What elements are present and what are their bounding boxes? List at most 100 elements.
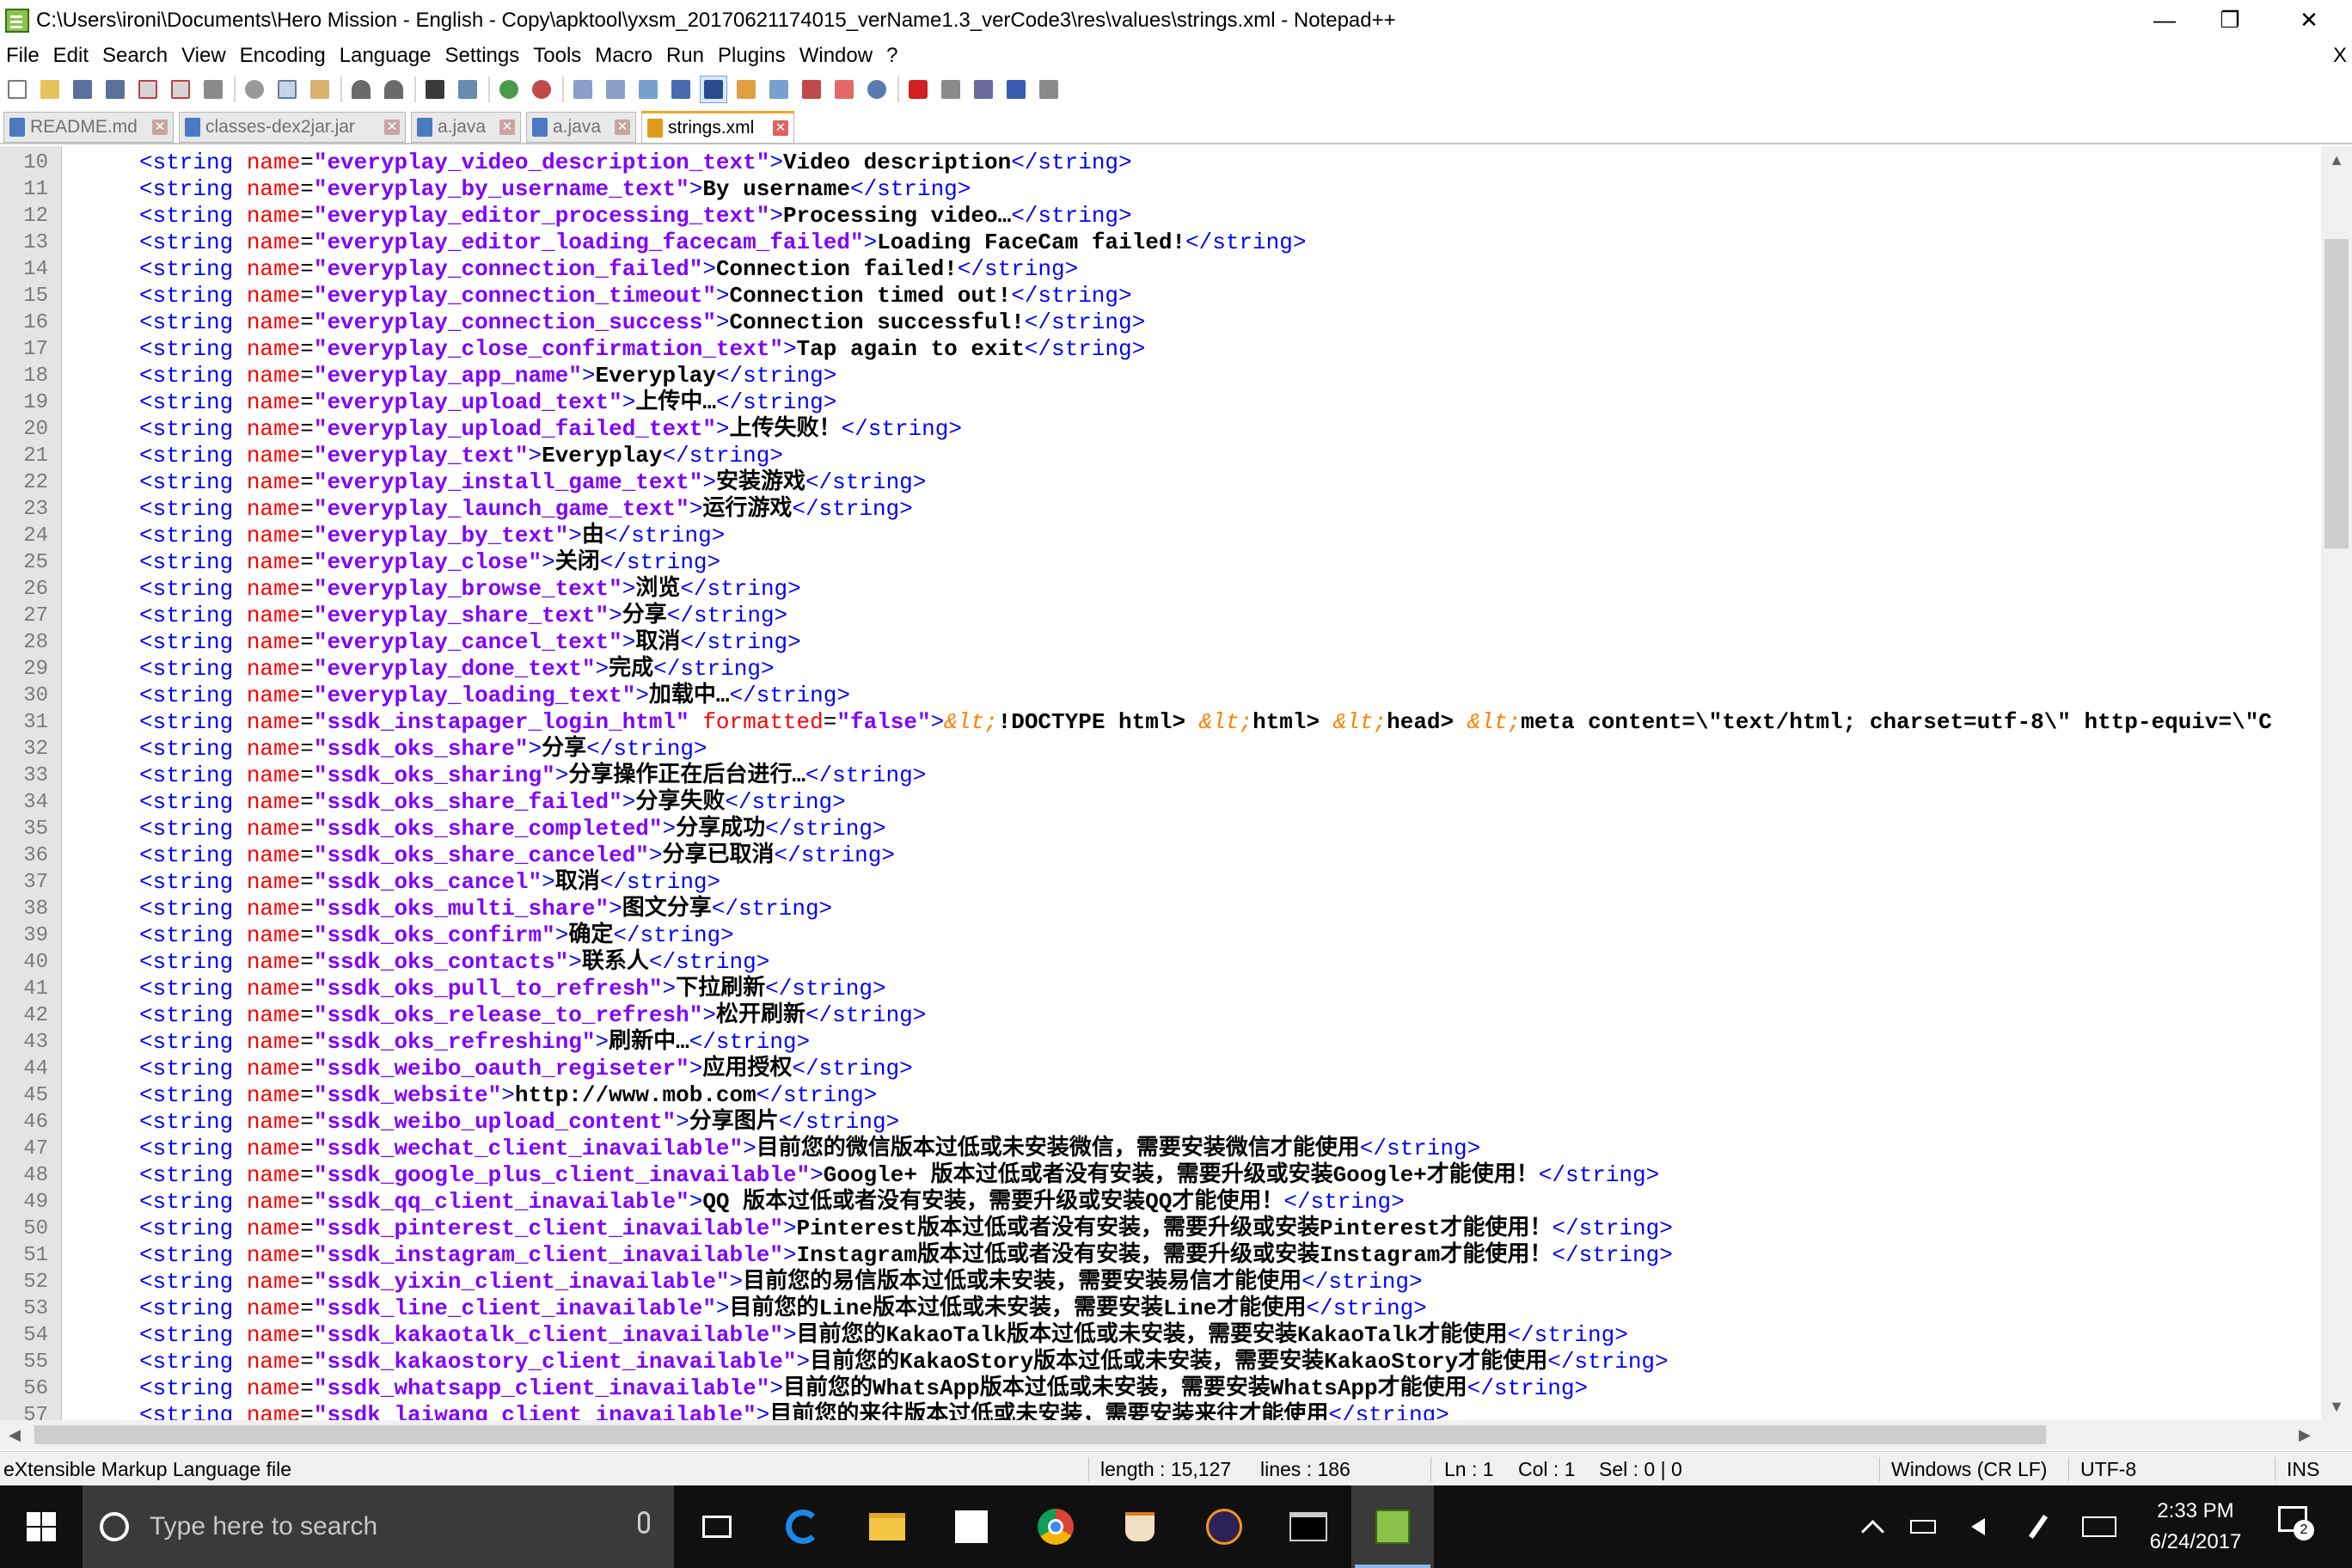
close-button[interactable]: ✕ bbox=[2273, 0, 2345, 40]
taskbar-java[interactable] bbox=[1099, 1485, 1181, 1568]
indent-guide-icon[interactable] bbox=[700, 76, 727, 103]
menu-plugins[interactable]: Plugins bbox=[712, 44, 793, 68]
show-all-characters-icon[interactable] bbox=[667, 76, 695, 103]
stop-macro-icon[interactable] bbox=[937, 76, 965, 103]
tab-label: a.java bbox=[553, 117, 602, 137]
xml-attribute-value: "ssdk_oks_share" bbox=[313, 736, 529, 762]
cut-icon[interactable] bbox=[241, 76, 268, 103]
sync-vertical-icon[interactable] bbox=[569, 76, 597, 103]
minimize-button[interactable]: — bbox=[2128, 0, 2201, 40]
menu-search[interactable]: Search bbox=[96, 44, 175, 68]
taskbar-store[interactable] bbox=[930, 1485, 1013, 1568]
task-view-button[interactable] bbox=[676, 1485, 758, 1568]
xml-tag-open: <string bbox=[139, 1269, 234, 1295]
code-editor[interactable]: 10 <string name="everyplay_video_descript… bbox=[0, 146, 2321, 1420]
vertical-scroll-thumb[interactable] bbox=[2324, 239, 2349, 548]
xml-equals: = bbox=[300, 309, 314, 335]
xml-tag-close: > bbox=[863, 230, 878, 255]
taskbar-notepadpp[interactable] bbox=[1351, 1485, 1434, 1568]
folder-as-workspace-icon[interactable] bbox=[830, 76, 858, 103]
taskbar-command-prompt[interactable] bbox=[1267, 1485, 1350, 1568]
user-language-icon[interactable] bbox=[732, 76, 760, 103]
save-icon[interactable] bbox=[69, 76, 96, 103]
scroll-down-icon[interactable]: ▼ bbox=[2321, 1393, 2352, 1420]
monitoring-icon[interactable] bbox=[863, 76, 891, 103]
taskbar-file-explorer[interactable] bbox=[846, 1485, 928, 1568]
menu-edit[interactable]: Edit bbox=[47, 44, 96, 68]
playback-macro-icon[interactable] bbox=[970, 76, 997, 103]
start-button[interactable] bbox=[0, 1485, 83, 1568]
tab-close-icon[interactable]: ✕ bbox=[773, 120, 788, 136]
xml-attribute-value: "ssdk_oks_contacts" bbox=[313, 949, 569, 975]
close-file-icon[interactable] bbox=[134, 76, 162, 103]
open-file-icon[interactable] bbox=[36, 76, 64, 103]
tab-strings-xml[interactable]: strings.xml ✕ bbox=[641, 111, 794, 144]
line-code: <string name="ssdk_instagram_client_inav… bbox=[139, 1242, 1673, 1269]
pen-workspace-icon[interactable] bbox=[2017, 1485, 2060, 1568]
notepadpp-app-icon[interactable] bbox=[5, 8, 29, 33]
menu-macro[interactable]: Macro bbox=[589, 44, 660, 68]
menu-language[interactable]: Language bbox=[334, 44, 439, 68]
microphone-icon[interactable] bbox=[638, 1511, 650, 1534]
menu-tools[interactable]: Tools bbox=[527, 44, 589, 68]
scroll-right-icon[interactable]: ▶ bbox=[2290, 1420, 2319, 1449]
replace-icon[interactable] bbox=[454, 76, 481, 103]
action-center-icon[interactable]: 2 bbox=[2278, 1506, 2314, 1544]
xml-equals: = bbox=[300, 1269, 314, 1295]
battery-icon[interactable] bbox=[1902, 1485, 1945, 1568]
menu-view[interactable]: View bbox=[175, 44, 234, 68]
menu-file[interactable]: File bbox=[0, 44, 47, 68]
xml-equals: = bbox=[300, 1162, 314, 1188]
close-document-button[interactable]: X bbox=[2333, 40, 2347, 71]
zoom-out-icon[interactable] bbox=[528, 76, 555, 103]
scroll-left-icon[interactable]: ◀ bbox=[0, 1420, 29, 1449]
vertical-scrollbar[interactable]: ▲ ▼ bbox=[2321, 146, 2352, 1420]
menu-settings[interactable]: Settings bbox=[439, 44, 528, 68]
copy-icon[interactable] bbox=[273, 76, 301, 103]
tab-classes-dex2jar[interactable]: classes-dex2jar.jar ✕ bbox=[179, 112, 406, 143]
tab-close-icon[interactable]: ✕ bbox=[384, 119, 400, 135]
zoom-in-icon[interactable] bbox=[495, 76, 523, 103]
redo-icon[interactable] bbox=[380, 76, 407, 103]
save-all-icon[interactable] bbox=[101, 76, 129, 103]
taskbar-edge[interactable] bbox=[762, 1485, 844, 1568]
taskbar-chrome[interactable] bbox=[1014, 1485, 1097, 1568]
scroll-up-icon[interactable]: ▲ bbox=[2321, 146, 2352, 174]
close-all-icon[interactable] bbox=[167, 76, 194, 103]
code-line: 38 <string name="ssdk_oks_multi_share">图文… bbox=[0, 896, 2321, 922]
function-list-icon[interactable] bbox=[798, 76, 825, 103]
document-map-icon[interactable] bbox=[765, 76, 793, 103]
restore-button[interactable]: ❐ bbox=[2194, 0, 2266, 40]
tab-readme-md[interactable]: README.md ✕ bbox=[3, 112, 174, 143]
tab-a-java-1[interactable]: a.java ✕ bbox=[411, 112, 521, 143]
run-macro-multiple-icon[interactable] bbox=[1002, 76, 1030, 103]
find-icon[interactable] bbox=[421, 76, 449, 103]
horizontal-scrollbar[interactable]: ◀ ▶ bbox=[0, 1420, 2321, 1449]
tab-close-icon[interactable]: ✕ bbox=[615, 119, 630, 135]
system-clock[interactable]: 2:33 PM 6/24/2017 bbox=[2118, 1496, 2273, 1558]
horizontal-scroll-thumb[interactable] bbox=[34, 1425, 2046, 1444]
tab-a-java-2[interactable]: a.java ✕ bbox=[526, 112, 636, 143]
taskbar-eclipse[interactable] bbox=[1183, 1485, 1265, 1568]
xml-equals: = bbox=[300, 389, 314, 415]
menu-window[interactable]: Window bbox=[793, 44, 880, 68]
word-wrap-icon[interactable] bbox=[634, 76, 662, 103]
save-macro-icon[interactable] bbox=[1035, 76, 1063, 103]
undo-icon[interactable] bbox=[347, 76, 375, 103]
xml-equals: = bbox=[300, 842, 314, 868]
new-file-icon[interactable] bbox=[3, 76, 31, 103]
menu-help[interactable]: ? bbox=[880, 44, 905, 68]
record-macro-icon[interactable] bbox=[904, 76, 932, 103]
volume-icon[interactable] bbox=[1957, 1485, 2000, 1568]
tab-close-icon[interactable]: ✕ bbox=[152, 119, 168, 135]
paste-icon[interactable] bbox=[306, 76, 334, 103]
print-icon[interactable] bbox=[199, 76, 227, 103]
taskbar-search-box[interactable]: Type here to search bbox=[83, 1485, 674, 1568]
show-hidden-icons-icon[interactable] bbox=[1853, 1485, 1891, 1568]
sync-horizontal-icon[interactable] bbox=[602, 76, 629, 103]
menu-run[interactable]: Run bbox=[660, 44, 712, 68]
touch-keyboard-icon[interactable] bbox=[2075, 1485, 2123, 1568]
menu-encoding[interactable]: Encoding bbox=[234, 44, 334, 68]
tab-close-icon[interactable]: ✕ bbox=[499, 119, 515, 135]
line-code: <string name="everyplay_share_text">分享</… bbox=[139, 603, 787, 629]
